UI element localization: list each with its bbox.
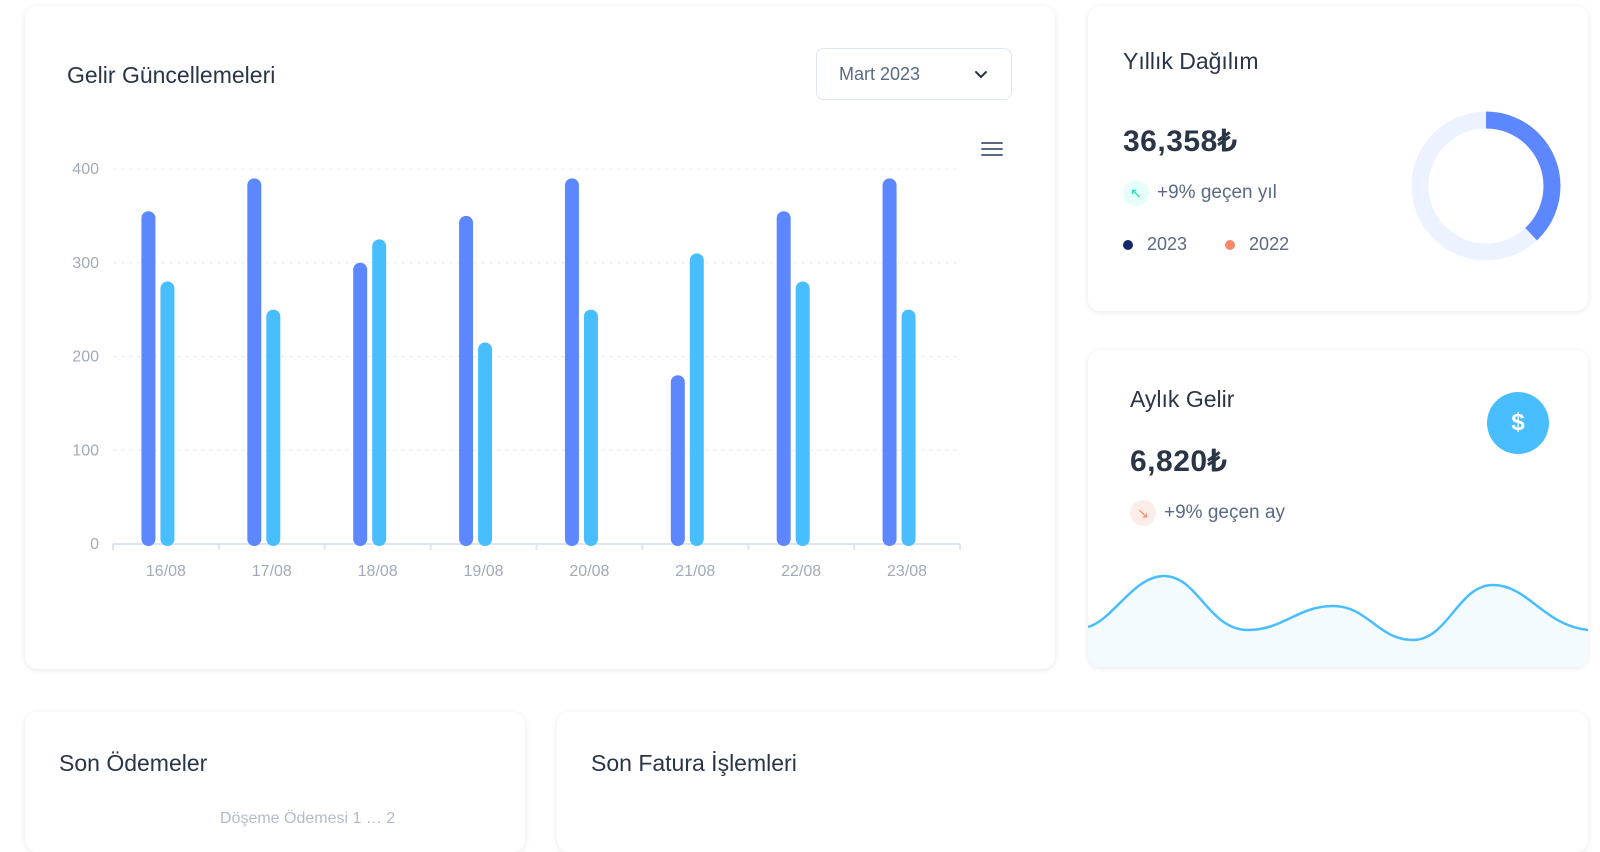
y-tick-label: 400 — [72, 161, 99, 178]
recent-payments-card: Son Ödemeler Döşeme Ödemesi 1 … 2 — [25, 712, 525, 852]
x-tick-label: 20/08 — [569, 563, 609, 580]
legend-item-2022: 2022 — [1225, 234, 1289, 255]
y-tick-label: 100 — [72, 442, 99, 459]
yearly-change-text: +9% geçen yıl — [1157, 182, 1277, 203]
yearly-legend: 2023 2022 — [1123, 234, 1327, 255]
chart-bar — [689, 253, 704, 546]
x-tick-label: 18/08 — [358, 563, 398, 580]
y-tick-label: 200 — [72, 349, 99, 366]
month-select[interactable]: Mart 2023 — [816, 48, 1012, 100]
legend-label-2023: 2023 — [1147, 234, 1188, 254]
revenue-updates-title: Gelir Güncellemeleri — [67, 62, 276, 88]
chart-bar — [141, 211, 156, 546]
legend-dot-2023 — [1123, 239, 1133, 250]
revenue-updates-card: Gelir Güncellemeleri Mart 2023 0 100 200 30… — [25, 6, 1055, 669]
chart-bar — [266, 309, 281, 546]
chart-bar — [564, 178, 579, 546]
y-tick-label: 300 — [72, 255, 99, 272]
chart-bar — [901, 309, 916, 546]
monthly-earnings-card: Aylık Gelir $ 6,820₺ ↘ +9% geçen ay — [1088, 350, 1588, 667]
yearly-breakup-card: Yıllık Dağılım 36,358₺ ↖ +9% geçen yıl 2… — [1088, 6, 1588, 311]
chart-bar — [776, 211, 791, 546]
yearly-change: ↖ +9% geçen yıl — [1123, 180, 1277, 206]
recent-payments-title: Son Ödemeler — [59, 750, 208, 776]
chart-bar — [459, 215, 474, 546]
chart-bar — [795, 281, 810, 546]
arrow-up-left-icon: ↖ — [1123, 180, 1149, 206]
chart-bar — [670, 375, 685, 546]
chart-bar — [160, 281, 175, 546]
chart-bar — [882, 178, 897, 546]
monthly-change-text: +9% geçen ay — [1164, 502, 1285, 523]
chevron-down-icon — [975, 71, 987, 78]
recent-invoice-title: Son Fatura İşlemleri — [591, 750, 797, 776]
monthly-value: 6,820₺ — [1130, 445, 1228, 478]
dollar-icon[interactable]: $ — [1487, 392, 1549, 454]
x-tick-label: 19/08 — [464, 563, 504, 580]
yearly-donut-chart — [1411, 111, 1561, 261]
legend-label-2022: 2022 — [1249, 234, 1290, 254]
yearly-value: 36,358₺ — [1123, 125, 1238, 158]
x-tick-label: 22/08 — [781, 563, 821, 580]
month-select-value: Mart 2023 — [839, 63, 921, 84]
monthly-earnings-sparkline — [1088, 574, 1588, 667]
x-tick-label: 16/08 — [146, 563, 186, 580]
x-tick-label: 17/08 — [252, 563, 292, 580]
revenue-bar-chart: 0 100 200 300 400 16/08 17/08 18/08 19/08 20/08 21… — [72, 161, 961, 580]
legend-item-2023: 2023 — [1123, 234, 1187, 255]
monthly-change: ↘ +9% geçen ay — [1130, 500, 1285, 526]
legend-dot-2022 — [1225, 239, 1236, 250]
monthly-earnings-title: Aylık Gelir — [1130, 386, 1235, 412]
recent-payments-partial-row: Döşeme Ödemesi 1 … 2 — [220, 810, 396, 827]
recent-invoice-card: Son Fatura İşlemleri — [557, 712, 1588, 852]
chart-bar — [353, 262, 368, 546]
chart-bar — [247, 178, 262, 546]
x-tick-label: 21/08 — [675, 563, 715, 580]
chart-bar — [478, 342, 493, 546]
yearly-breakup-title: Yıllık Dağılım — [1123, 48, 1259, 74]
arrow-down-right-icon: ↘ — [1130, 500, 1156, 526]
x-tick-label: 23/08 — [887, 563, 927, 580]
y-tick-label: 0 — [90, 536, 99, 553]
chart-bar — [372, 239, 387, 546]
chart-bar — [583, 309, 598, 546]
